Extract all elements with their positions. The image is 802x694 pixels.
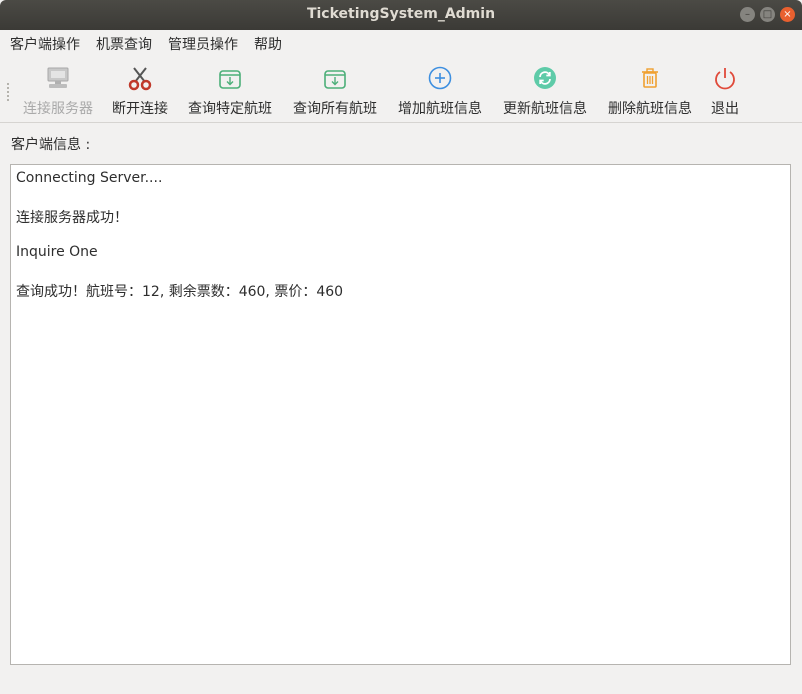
trash-icon bbox=[642, 68, 658, 88]
disconnect-label: 断开连接 bbox=[112, 101, 168, 117]
menu-ticket-query[interactable]: 机票查询 bbox=[91, 34, 158, 54]
add-flight-button[interactable]: 增加航班信息 bbox=[392, 60, 488, 120]
window-title: TicketingSystem_Admin bbox=[306, 6, 496, 22]
connect-server-button[interactable]: 连接服务器 bbox=[18, 60, 98, 120]
scissors-icon bbox=[128, 67, 152, 91]
server-icon bbox=[47, 67, 69, 88]
query-specific-flight-label: 查询特定航班 bbox=[188, 101, 272, 117]
refresh-icon bbox=[534, 67, 556, 89]
delete-flight-button[interactable]: 删除航班信息 bbox=[602, 60, 698, 120]
menu-help[interactable]: 帮助 bbox=[249, 34, 288, 54]
client-info-label: 客户端信息 : bbox=[11, 137, 91, 153]
log-line: Inquire One bbox=[16, 244, 98, 260]
toolbar-grip[interactable] bbox=[6, 82, 10, 102]
toolbar: 连接服务器 断开连接 查询特定航班 查询所有航班 增加航班信息 更新航班信息 删… bbox=[0, 58, 802, 123]
query-all-flights-label: 查询所有航班 bbox=[293, 101, 377, 117]
query-specific-flight-button[interactable]: 查询特定航班 bbox=[182, 60, 278, 120]
menu-bar: 客户端操作 机票查询 管理员操作 帮助 bbox=[0, 30, 802, 58]
download-box-icon bbox=[219, 70, 241, 89]
disconnect-button[interactable]: 断开连接 bbox=[106, 60, 174, 120]
connect-server-label: 连接服务器 bbox=[23, 101, 93, 117]
client-info-textarea[interactable]: Connecting Server.... 连接服务器成功！ Inquire O… bbox=[10, 164, 791, 665]
update-flight-label: 更新航班信息 bbox=[503, 101, 587, 117]
log-line: 连接服务器成功！ bbox=[16, 210, 128, 226]
menu-client-ops[interactable]: 客户端操作 bbox=[5, 34, 86, 54]
power-icon bbox=[715, 68, 735, 90]
log-line: 查询成功！航班号：12, 剩余票数：460, 票价：460 bbox=[16, 284, 344, 300]
exit-button[interactable]: 退出 bbox=[705, 60, 745, 120]
delete-flight-label: 删除航班信息 bbox=[608, 101, 692, 117]
exit-label: 退出 bbox=[711, 101, 739, 117]
log-line: Connecting Server.... bbox=[16, 170, 163, 186]
menu-admin-ops[interactable]: 管理员操作 bbox=[163, 34, 244, 54]
update-flight-button[interactable]: 更新航班信息 bbox=[497, 60, 593, 120]
close-button[interactable]: × bbox=[780, 7, 795, 22]
plus-circle-icon bbox=[428, 66, 452, 90]
title-bar: TicketingSystem_Admin – □ × bbox=[0, 0, 802, 30]
maximize-button[interactable]: □ bbox=[760, 7, 775, 22]
query-all-flights-button[interactable]: 查询所有航班 bbox=[287, 60, 383, 120]
minimize-button[interactable]: – bbox=[740, 7, 755, 22]
add-flight-label: 增加航班信息 bbox=[398, 101, 482, 117]
download-box-icon bbox=[324, 70, 346, 89]
